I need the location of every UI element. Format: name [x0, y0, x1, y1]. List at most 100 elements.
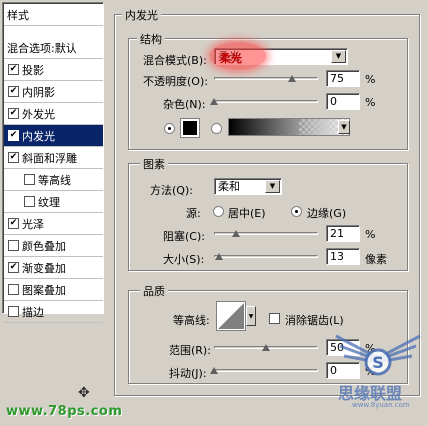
blending-options-item[interactable]: 混合选项:默认	[4, 37, 103, 59]
style-item[interactable]: 纹理	[4, 191, 103, 213]
gradient-dropdown-icon[interactable]: ▼	[338, 120, 350, 134]
size-input[interactable]: 13	[326, 248, 360, 265]
style-item-label: 投影	[22, 63, 44, 77]
style-item-label: 图案叠加	[22, 283, 66, 297]
chevron-down-icon[interactable]: ▼	[265, 180, 280, 193]
size-slider-thumb[interactable]	[215, 253, 224, 260]
method-select[interactable]: 柔和 ▼	[214, 178, 282, 195]
blending-options-label: 混合选项:默认	[7, 41, 77, 55]
choke-input[interactable]: 21	[326, 225, 360, 242]
style-item-checkbox[interactable]	[8, 240, 19, 251]
noise-value: 0	[330, 95, 337, 108]
style-item[interactable]: ✔ 内发光	[4, 125, 103, 147]
noise-unit: %	[365, 96, 376, 109]
range-unit: %	[365, 342, 376, 355]
elements-title: 图素	[140, 156, 168, 172]
style-item-checkbox[interactable]: ✔	[8, 218, 19, 229]
style-item[interactable]: 图案叠加	[4, 279, 103, 301]
style-item-checkbox[interactable]	[24, 196, 35, 207]
range-value: 50	[330, 341, 344, 354]
blend-mode-highlight-text: 柔光	[220, 52, 242, 65]
style-item[interactable]: ✔ 投影	[4, 59, 103, 81]
quality-title: 品质	[140, 283, 168, 299]
watermark-right-sub: www.8yuan.com	[352, 401, 410, 409]
style-item-label: 描边	[22, 305, 44, 319]
opacity-slider-thumb[interactable]	[288, 75, 296, 82]
blend-mode-label: 混合模式(B):	[143, 54, 207, 67]
source-label: 源:	[186, 207, 201, 220]
range-input[interactable]: 50	[326, 339, 360, 356]
jitter-label: 抖动(J):	[169, 367, 207, 380]
style-item-label: 内阴影	[22, 85, 55, 99]
contour-dropdown-icon[interactable]: ▼	[246, 306, 256, 326]
style-item[interactable]: ✔ 光泽	[4, 213, 103, 235]
range-label: 范围(R):	[169, 344, 211, 357]
style-item[interactable]: ✔ 外发光	[4, 103, 103, 125]
choke-unit: %	[365, 228, 376, 241]
source-center-radio[interactable]	[213, 206, 224, 217]
watermark-left: www.78ps.com	[6, 404, 123, 419]
style-item-checkbox[interactable]: ✔	[8, 86, 19, 97]
contour-curve-icon	[218, 303, 244, 329]
style-item-checkbox[interactable]: ✔	[8, 64, 19, 75]
opacity-input[interactable]: 75	[326, 70, 360, 87]
style-item-checkbox[interactable]: ✔	[8, 262, 19, 273]
opacity-slider-track[interactable]	[214, 77, 318, 80]
choke-slider-track[interactable]	[214, 232, 318, 235]
styles-header[interactable]: 样式	[4, 4, 103, 26]
style-item-label: 内发光	[22, 129, 55, 143]
noise-label: 杂色(N):	[163, 98, 206, 111]
source-edge-radio[interactable]	[291, 206, 302, 217]
noise-slider-track[interactable]	[214, 100, 318, 103]
style-item-label: 渐变叠加	[22, 261, 66, 275]
style-item[interactable]: 描边	[4, 301, 103, 323]
antialias-label: 消除锯齿(L)	[285, 314, 344, 327]
choke-value: 21	[330, 227, 344, 240]
choke-label: 阻塞(C):	[163, 230, 205, 243]
style-item-label: 斜面和浮雕	[22, 151, 77, 165]
opacity-unit: %	[365, 73, 376, 86]
style-item-checkbox[interactable]	[24, 174, 35, 185]
noise-slider-thumb[interactable]	[210, 98, 218, 105]
jitter-slider-track[interactable]	[214, 369, 318, 372]
styles-header-label: 样式	[7, 8, 29, 22]
noise-input[interactable]: 0	[326, 93, 360, 110]
style-item-label: 纹理	[38, 195, 60, 209]
gradient-picker[interactable]	[228, 118, 350, 136]
chevron-down-icon[interactable]: ▼	[331, 50, 346, 63]
opacity-label: 不透明度(O):	[143, 75, 208, 88]
style-item[interactable]: ✔ 内阴影	[4, 81, 103, 103]
size-unit: 像素	[365, 253, 387, 266]
inner-glow-title: 内发光	[122, 7, 161, 23]
size-value: 13	[330, 250, 344, 263]
style-item-checkbox[interactable]: ✔	[8, 130, 19, 141]
choke-slider-thumb[interactable]	[231, 230, 240, 237]
styles-list-panel: 样式 混合选项:默认 ✔ 投影 ✔ 内阴影 ✔ 外发光 ✔ 内发光 ✔ 斜面和浮雕 等高线 纹理 ✔ 光泽…	[2, 2, 104, 323]
antialias-checkbox[interactable]	[269, 313, 280, 324]
style-item-label: 光泽	[22, 217, 44, 231]
jitter-input[interactable]: 0	[326, 362, 360, 379]
range-slider-thumb[interactable]	[262, 344, 270, 351]
glow-color-swatch[interactable]	[180, 118, 200, 138]
structure-title: 结构	[137, 31, 165, 47]
style-item-checkbox[interactable]	[8, 284, 19, 295]
style-item[interactable]: 等高线	[4, 169, 103, 191]
source-center-label: 居中(E)	[228, 207, 266, 220]
jitter-unit: %	[365, 365, 376, 378]
color-mode-radio[interactable]	[164, 123, 175, 134]
style-item-label: 颜色叠加	[22, 239, 66, 253]
size-slider-track[interactable]	[214, 255, 318, 258]
style-item[interactable]: ✔ 渐变叠加	[4, 257, 103, 279]
source-edge-label: 边缘(G)	[307, 207, 347, 220]
style-item[interactable]: ✔ 斜面和浮雕	[4, 147, 103, 169]
gradient-mode-radio[interactable]	[211, 123, 222, 134]
style-item-label: 等高线	[38, 173, 71, 187]
style-item-checkbox[interactable]: ✔	[8, 152, 19, 163]
style-item-label: 外发光	[22, 107, 55, 121]
opacity-value: 75	[330, 72, 344, 85]
style-item-checkbox[interactable]	[8, 306, 19, 317]
style-item-checkbox[interactable]: ✔	[8, 108, 19, 119]
style-item[interactable]: 颜色叠加	[4, 235, 103, 257]
jitter-slider-thumb[interactable]	[210, 367, 218, 374]
contour-preview[interactable]	[216, 301, 246, 331]
